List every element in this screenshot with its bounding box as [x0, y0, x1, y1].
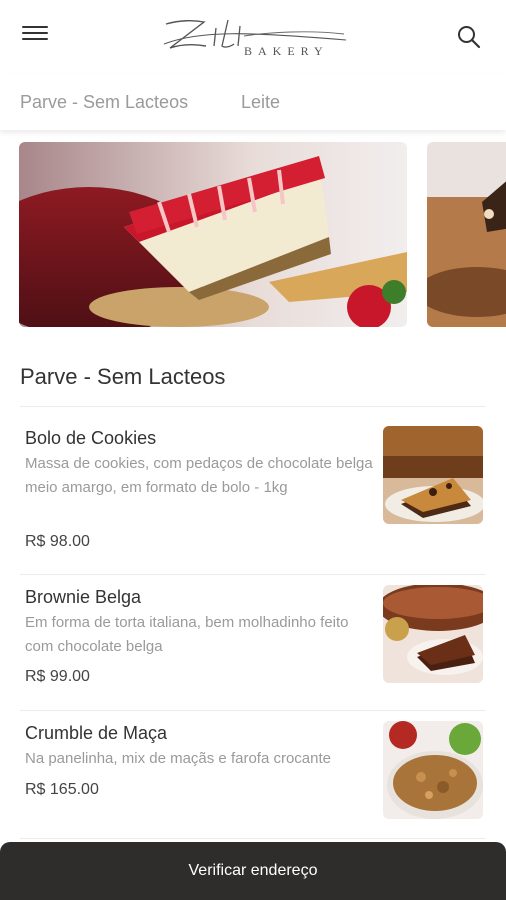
section-title: Parve - Sem Lacteos [20, 364, 226, 389]
product-image-crumble-de-maca [383, 721, 483, 819]
tab-parve[interactable]: Parve - Sem Lacteos [20, 92, 188, 113]
tab-leite[interactable]: Leite [241, 92, 280, 113]
search-icon[interactable] [456, 24, 482, 50]
product-name: Brownie Belga [25, 587, 142, 607]
app-header: BAKERY [0, 0, 506, 74]
menu-icon[interactable] [22, 26, 48, 46]
divider [20, 838, 486, 839]
product-description: Massa de cookies, com pedaços de chocola… [25, 455, 373, 496]
product-price: R$ 165.00 [25, 781, 99, 798]
product-price: R$ 99.00 [25, 668, 90, 685]
banner-cheesecake-image[interactable] [19, 142, 407, 327]
product-description: Em forma de torta italiana, bem molhadin… [25, 614, 349, 655]
product-name: Bolo de Cookies [25, 428, 157, 448]
product-item-brownie-belga[interactable]: Brownie Belga Em forma de torta italiana… [0, 574, 506, 710]
verify-address-button[interactable]: Verificar endereço [0, 842, 506, 900]
product-image-brownie-belga [383, 585, 483, 683]
logo-tagline: BAKERY [244, 44, 329, 58]
product-name: Crumble de Maça [25, 723, 168, 743]
product-item-bolo-de-cookies[interactable]: Bolo de Cookies Massa de cookies, com pe… [0, 406, 506, 574]
banner-chocolate-image[interactable] [427, 142, 506, 327]
product-price: R$ 98.00 [25, 533, 90, 550]
product-description: Na panelinha, mix de maçãs e farofa croc… [25, 750, 331, 767]
product-item-crumble-de-maca[interactable]: Crumble de Maça Na panelinha, mix de maç… [0, 710, 506, 838]
verify-address-label: Verificar endereço [188, 862, 318, 879]
brand-logo: BAKERY [160, 14, 350, 60]
category-tabs: Parve - Sem Lacteos Leite [0, 74, 506, 130]
product-image-bolo-de-cookies [383, 426, 483, 524]
